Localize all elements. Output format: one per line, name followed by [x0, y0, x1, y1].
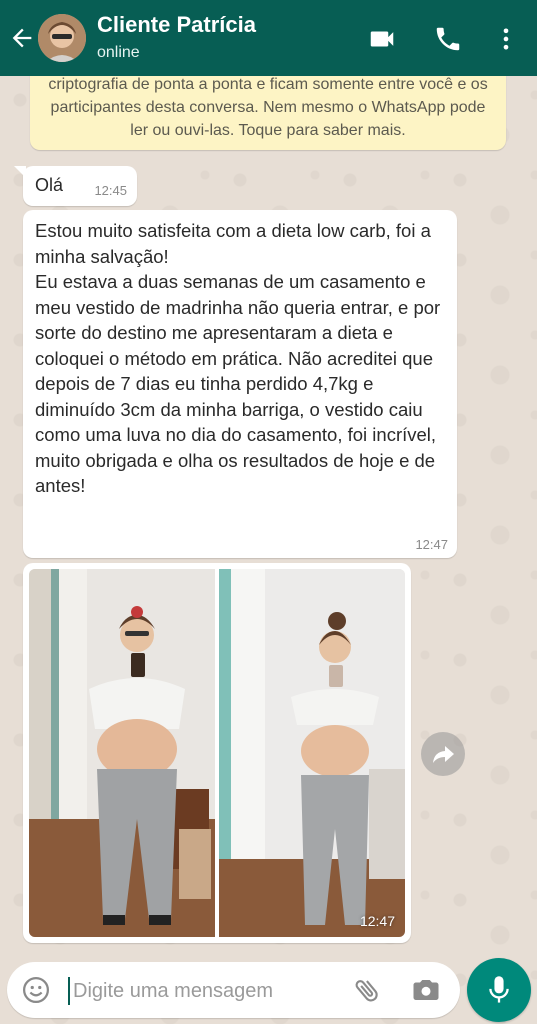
video-call-icon[interactable]: [367, 24, 397, 54]
message-composer: [7, 962, 460, 1018]
message-input[interactable]: [71, 970, 345, 1012]
camera-icon[interactable]: [411, 975, 441, 1005]
text-cursor: [68, 977, 70, 1005]
contact-name[interactable]: Cliente Patrícia: [97, 12, 256, 38]
attach-icon[interactable]: [352, 975, 382, 1005]
bubble-tail: [14, 166, 26, 178]
more-vert-icon[interactable]: [492, 24, 520, 54]
message-time: 12:45: [94, 183, 127, 198]
mic-button[interactable]: [467, 958, 531, 1022]
message-bubble[interactable]: Estou muito satisfeita com a dieta low c…: [23, 210, 457, 558]
message-text: Olá: [35, 175, 64, 195]
chat-header: Cliente Patrícia online: [0, 0, 537, 76]
emoji-icon[interactable]: [21, 975, 51, 1005]
message-text: Estou muito satisfeita com a dieta low c…: [35, 220, 441, 496]
back-arrow-icon[interactable]: [8, 24, 36, 52]
forward-button[interactable]: [421, 732, 465, 776]
image-message-bubble[interactable]: 12:47: [23, 563, 411, 943]
message-time: 12:47: [359, 913, 395, 929]
message-bubble[interactable]: Olá 12:45: [14, 166, 137, 206]
before-after-photo[interactable]: 12:47: [29, 569, 405, 937]
phone-icon[interactable]: [433, 24, 463, 54]
message-time: 12:47: [415, 537, 448, 552]
photo-illustration: [29, 569, 405, 937]
forward-icon: [433, 746, 454, 763]
mic-icon: [489, 976, 509, 1003]
avatar[interactable]: [38, 14, 86, 62]
contact-status: online: [97, 44, 140, 61]
